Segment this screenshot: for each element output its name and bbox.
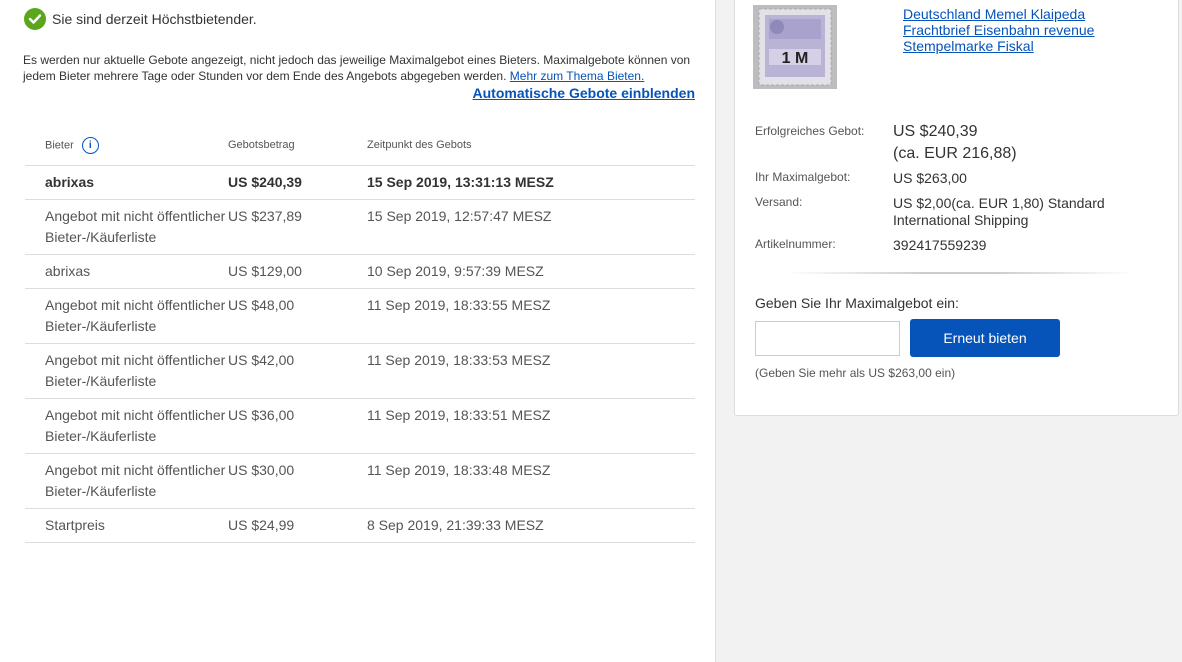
bidder-cell: abrixas [25, 255, 226, 289]
divider [785, 272, 1135, 274]
time-cell: 8 Sep 2019, 21:39:33 MESZ [365, 509, 695, 543]
max-bid-row: Ihr Maximalgebot: US $263,00 [755, 170, 1133, 187]
item-thumbnail[interactable]: 1 M [753, 5, 837, 89]
winning-bid-label: Erfolgreiches Gebot: [755, 124, 865, 138]
checkmark-icon [24, 8, 46, 30]
max-bid-input[interactable] [755, 321, 900, 356]
time-cell: 11 Sep 2019, 18:33:48 MESZ [365, 454, 695, 509]
table-row: Angebot mit nicht öffentlicher Bieter-/K… [25, 200, 695, 255]
item-number-label: Artikelnummer: [755, 237, 836, 251]
time-cell: 15 Sep 2019, 13:31:13 MESZ [365, 166, 695, 200]
table-row: Angebot mit nicht öffentlicher Bieter-/K… [25, 399, 695, 454]
header-bidder-label: Bieter [45, 138, 74, 151]
amount-cell: US $48,00 [226, 289, 365, 344]
status-text: Sie sind derzeit Höchstbietender. [52, 11, 257, 27]
winning-bid-value: US $240,39 (ca. EUR 216,88) [893, 121, 1133, 165]
max-bid-prompt: Geben Sie Ihr Maximalgebot ein: [755, 295, 959, 311]
bidder-cell: Angebot mit nicht öffentlicher Bieter-/K… [25, 200, 226, 255]
shipping-label: Versand: [755, 195, 803, 209]
more-about-bidding-link[interactable]: Mehr zum Thema Bieten. [510, 69, 645, 83]
table-header-row: Bieter i Gebotsbetrag Zeitpunkt des Gebot… [25, 125, 695, 166]
table-row: abrixas US $129,00 10 Sep 2019, 9:57:39 … [25, 255, 695, 289]
shipping-row: Versand: US $2,00(ca. EUR 1,80) Standard… [755, 195, 1133, 229]
thumbnail-overprint: 1 M [782, 50, 809, 67]
status-message: Sie sind derzeit Höchstbietender. [24, 8, 257, 30]
bidder-cell: Angebot mit nicht öffentlicher Bieter-/K… [25, 399, 226, 454]
bidder-cell: Angebot mit nicht öffentlicher Bieter-/K… [25, 289, 226, 344]
time-cell: 15 Sep 2019, 12:57:47 MESZ [365, 200, 695, 255]
item-number-row: Artikelnummer: 392417559239 [755, 237, 1133, 254]
table-row: Startpreis US $24,99 8 Sep 2019, 21:39:3… [25, 509, 695, 543]
header-bidder: Bieter i [25, 125, 226, 166]
item-summary-panel: 1 M Deutschland Memel Klaipeda Frachtbri… [734, 0, 1179, 416]
bidding-info: Es werden nur aktuelle Gebote angezeigt,… [23, 52, 703, 84]
amount-cell: US $42,00 [226, 344, 365, 399]
bid-history-table: Bieter i Gebotsbetrag Zeitpunkt des Gebot… [25, 125, 695, 543]
bidder-cell: Angebot mit nicht öffentlicher Bieter-/K… [25, 344, 226, 399]
time-cell: 10 Sep 2019, 9:57:39 MESZ [365, 255, 695, 289]
winning-bid-eur: (ca. EUR 216,88) [893, 145, 1017, 162]
max-bid-label: Ihr Maximalgebot: [755, 170, 851, 184]
bid-hint: (Geben Sie mehr als US $263,00 ein) [755, 366, 956, 380]
item-title-link[interactable]: Deutschland Memel Klaipeda Frachtbrief E… [903, 6, 1123, 54]
bid-history-panel: Sie sind derzeit Höchstbietender. Es wer… [0, 0, 716, 662]
table-row: Angebot mit nicht öffentlicher Bieter-/K… [25, 344, 695, 399]
max-bid-value: US $263,00 [893, 170, 967, 186]
header-amount: Gebotsbetrag [226, 125, 365, 166]
amount-cell: US $36,00 [226, 399, 365, 454]
shipping-value: US $2,00(ca. EUR 1,80) Standard Internat… [893, 195, 1105, 228]
time-cell: 11 Sep 2019, 18:33:55 MESZ [365, 289, 695, 344]
bidder-cell: abrixas [25, 166, 226, 200]
header-time: Zeitpunkt des Gebots [365, 125, 695, 166]
amount-cell: US $240,39 [226, 166, 365, 200]
bid-again-button[interactable]: Erneut bieten [910, 319, 1060, 357]
time-cell: 11 Sep 2019, 18:33:53 MESZ [365, 344, 695, 399]
amount-cell: US $237,89 [226, 200, 365, 255]
amount-cell: US $129,00 [226, 255, 365, 289]
winning-bid-row: Erfolgreiches Gebot: US $240,39 (ca. EUR… [755, 121, 1133, 165]
bidder-cell: Startpreis [25, 509, 226, 543]
table-row: Angebot mit nicht öffentlicher Bieter-/K… [25, 289, 695, 344]
bidder-cell: Angebot mit nicht öffentlicher Bieter-/K… [25, 454, 226, 509]
amount-cell: US $24,99 [226, 509, 365, 543]
winning-bid-amount: US $240,39 [893, 123, 978, 140]
item-number-value: 392417559239 [893, 237, 987, 253]
table-row: abrixas US $240,39 15 Sep 2019, 13:31:13… [25, 166, 695, 200]
show-automatic-bids-link[interactable]: Automatische Gebote einblenden [473, 85, 695, 101]
amount-cell: US $30,00 [226, 454, 365, 509]
info-icon[interactable]: i [81, 136, 99, 154]
time-cell: 11 Sep 2019, 18:33:51 MESZ [365, 399, 695, 454]
table-row: Angebot mit nicht öffentlicher Bieter-/K… [25, 454, 695, 509]
